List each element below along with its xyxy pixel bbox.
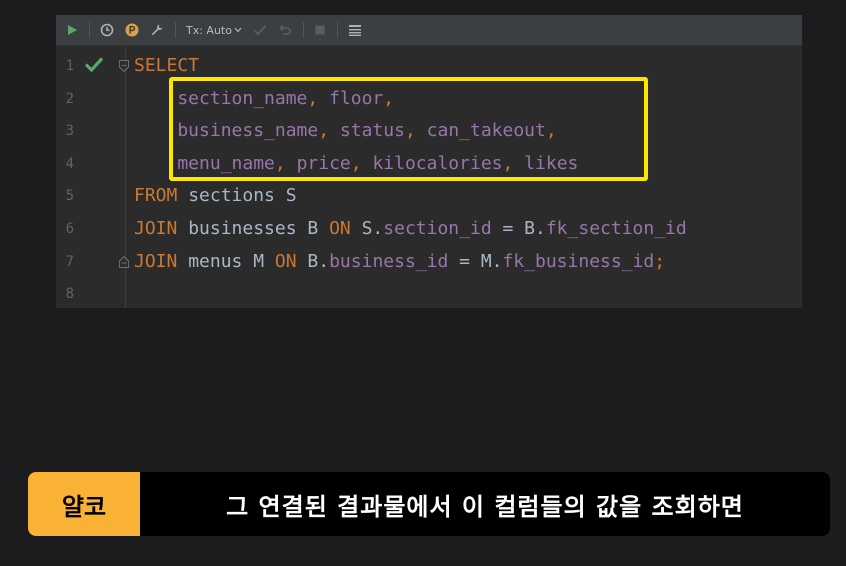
- sql-column: section_id: [383, 218, 492, 239]
- line-number: 3: [65, 123, 74, 140]
- sql-identifier: = M.: [448, 250, 503, 272]
- speaker-label: 얄코: [28, 472, 140, 536]
- line-number: 5: [65, 188, 74, 205]
- subtitle-caption: 그 연결된 결과물에서 이 컬럼들의 값을 조회하면: [226, 492, 744, 521]
- code-line[interactable]: FROM sections S: [134, 180, 297, 212]
- tx-mode-label[interactable]: Tx: Auto: [186, 24, 232, 37]
- line-number: 7: [65, 253, 74, 270]
- history-icon[interactable]: [100, 15, 114, 45]
- sql-keyword: JOIN: [134, 250, 189, 272]
- stop-icon[interactable]: [314, 15, 326, 45]
- sql-keyword: ;: [654, 250, 666, 272]
- run-icon[interactable]: [66, 15, 78, 45]
- sql-column: fk_business_id: [502, 250, 655, 272]
- sql-keyword: SELECT: [134, 55, 200, 76]
- sql-column: fk_section_id: [545, 218, 687, 239]
- line-number: 1: [65, 58, 74, 74]
- toolbar-divider: [302, 22, 304, 38]
- profile-icon[interactable]: [125, 15, 139, 45]
- selected-columns-highlight: [169, 77, 648, 181]
- line-number: 2: [65, 90, 74, 107]
- subtitle-bar: 얄코 그 연결된 결과물에서 이 컬럼들의 값을 조회하면: [28, 472, 830, 536]
- sql-identifier: businesses B: [188, 218, 330, 239]
- toolbar-divider: [175, 22, 176, 38]
- sql-identifier: = B.: [491, 218, 546, 239]
- tx-dropdown-icon[interactable]: [234, 15, 242, 45]
- line-number: 6: [65, 221, 74, 237]
- fold-end-icon[interactable]: [118, 254, 130, 273]
- sql-keyword: ON: [274, 250, 308, 272]
- sql-keyword: JOIN: [134, 218, 189, 239]
- fold-start-icon[interactable]: [118, 58, 130, 77]
- sql-column: business_id: [329, 250, 449, 272]
- code-line[interactable]: JOIN businesses B ON S.section_id = B.fk…: [134, 213, 687, 245]
- line-number-gutter: 1 2 3 4 5 6 7 8: [56, 46, 126, 308]
- sql-identifier: B.: [307, 250, 330, 272]
- toolbar-divider: [336, 22, 338, 38]
- output-layout-icon[interactable]: [348, 15, 362, 45]
- toolbar-divider: [89, 22, 90, 38]
- rollback-icon[interactable]: [278, 15, 292, 45]
- sql-identifier: S.: [361, 218, 384, 239]
- wrench-icon[interactable]: [150, 15, 164, 45]
- sql-editor[interactable]: Tx: Auto 12345678 SELECT section_name, f…: [56, 15, 802, 308]
- editor-toolbar: Tx: Auto: [56, 15, 802, 46]
- code-line[interactable]: JOIN menus M ON B.business_id = M.fk_bus…: [134, 246, 665, 278]
- sql-identifier: menus M: [188, 250, 275, 272]
- commit-icon[interactable]: [253, 15, 267, 45]
- line-number: 4: [65, 155, 74, 172]
- executed-check-icon: [84, 56, 104, 76]
- sql-keyword: FROM: [134, 185, 189, 207]
- sql-keyword: ON: [329, 218, 362, 239]
- sql-identifier: sections S: [188, 185, 297, 207]
- line-number: 8: [65, 286, 74, 303]
